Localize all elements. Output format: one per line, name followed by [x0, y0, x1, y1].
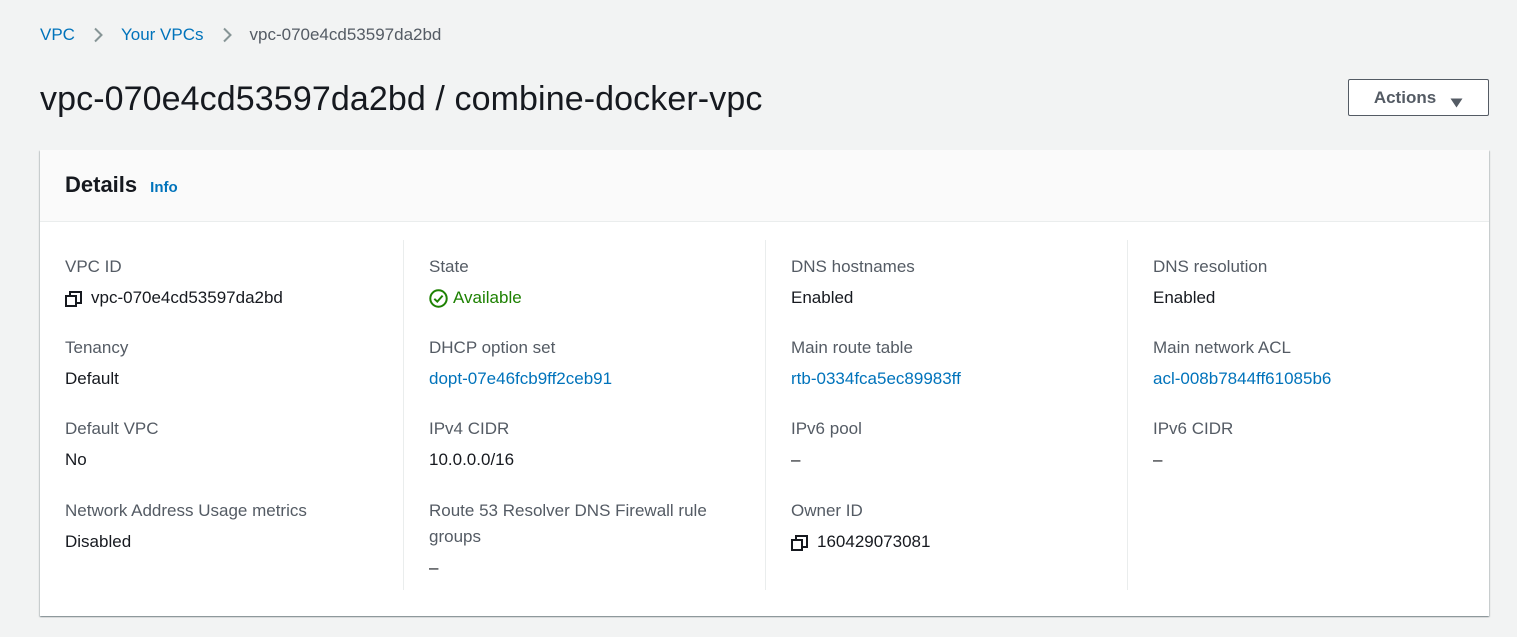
copy-icon[interactable]: [791, 534, 808, 551]
page-title: vpc-070e4cd53597da2bd / combine-docker-v…: [40, 80, 763, 118]
field-state: State Available: [429, 254, 739, 311]
field-label: Main network ACL: [1153, 338, 1291, 357]
breadcrumb-your-vpcs-link[interactable]: Your VPCs: [121, 25, 204, 45]
field-ipv6-pool: IPv6 pool –: [791, 416, 1101, 473]
field-value: 10.0.0.0/16: [429, 450, 515, 469]
field-label: Route 53 Resolver DNS Firewall rule grou…: [429, 501, 707, 546]
field-vpc-id: VPC ID vpc-070e4cd53597da2bd: [65, 254, 403, 311]
field-label: DNS hostnames: [791, 257, 915, 276]
details-column-3: DNS hostnames Enabled Main route table r…: [765, 240, 1127, 590]
field-label: IPv6 pool: [791, 419, 862, 438]
details-column-1: VPC ID vpc-070e4cd53597da2bd Tenancy Def…: [65, 240, 403, 590]
field-ipv6-cidr: IPv6 CIDR –: [1153, 416, 1463, 473]
details-column-2: State Available DHCP option set dopt-07e…: [403, 240, 765, 590]
details-column-4: DNS resolution Enabled Main network ACL …: [1127, 240, 1489, 590]
field-main-network-acl: Main network ACL acl-008b7844ff61085b6: [1153, 335, 1463, 392]
details-columns: VPC ID vpc-070e4cd53597da2bd Tenancy Def…: [40, 240, 1489, 590]
field-value: Available: [429, 285, 739, 311]
field-ipv4-cidr: IPv4 CIDR 10.0.0.0/16: [429, 416, 739, 473]
field-dns-hostnames: DNS hostnames Enabled: [791, 254, 1101, 311]
field-label: Network Address Usage metrics: [65, 501, 307, 520]
chevron-right-icon: [222, 27, 232, 43]
details-panel: Details Info VPC ID vpc-070e4cd53597da2b…: [40, 150, 1489, 616]
main-network-acl-link[interactable]: acl-008b7844ff61085b6: [1153, 366, 1463, 392]
field-value: –: [1153, 450, 1163, 469]
field-value: vpc-070e4cd53597da2bd: [65, 285, 403, 311]
details-panel-header: Details Info: [40, 150, 1489, 222]
field-label: DHCP option set: [429, 338, 556, 357]
field-label: IPv6 CIDR: [1153, 419, 1234, 438]
field-dns-resolution: DNS resolution Enabled: [1153, 254, 1463, 311]
field-route53-resolver-dns-firewall-rule-groups: Route 53 Resolver DNS Firewall rule grou…: [429, 498, 739, 581]
field-label: VPC ID: [65, 257, 122, 276]
caret-down-icon: [1450, 93, 1463, 107]
field-value: 160429073081: [791, 529, 1101, 555]
field-label: Owner ID: [791, 501, 863, 520]
breadcrumb: VPC Your VPCs vpc-070e4cd53597da2bd: [40, 24, 441, 46]
field-label: State: [429, 257, 469, 276]
field-label: IPv4 CIDR: [429, 419, 510, 438]
copy-icon[interactable]: [65, 290, 82, 307]
vpc-id-value: vpc-070e4cd53597da2bd: [91, 288, 283, 307]
field-value: No: [65, 450, 87, 469]
field-network-address-usage-metrics: Network Address Usage metrics Disabled: [65, 498, 403, 555]
breadcrumb-current: vpc-070e4cd53597da2bd: [249, 25, 442, 44]
field-label: Default VPC: [65, 419, 159, 438]
owner-id-value: 160429073081: [817, 532, 931, 551]
field-main-route-table: Main route table rtb-0334fca5ec89983ff: [791, 335, 1101, 392]
field-value: –: [429, 558, 439, 577]
main-route-table-link[interactable]: rtb-0334fca5ec89983ff: [791, 366, 1101, 392]
state-value: Available: [453, 288, 522, 307]
field-value: Default: [65, 369, 119, 388]
actions-button[interactable]: Actions: [1348, 79, 1489, 116]
field-owner-id: Owner ID 160429073081: [791, 498, 1101, 555]
dhcp-option-set-link[interactable]: dopt-07e46fcb9ff2ceb91: [429, 366, 739, 392]
chevron-right-icon: [93, 27, 103, 43]
field-value: –: [791, 450, 801, 469]
field-value: Enabled: [791, 288, 854, 307]
details-title: Details: [65, 172, 138, 197]
check-circle-icon: [429, 288, 448, 308]
actions-button-label: Actions: [1373, 87, 1437, 107]
field-tenancy: Tenancy Default: [65, 335, 403, 392]
breadcrumb-vpc-link[interactable]: VPC: [40, 25, 75, 45]
field-label: DNS resolution: [1153, 257, 1268, 276]
field-label: Tenancy: [65, 338, 129, 357]
field-default-vpc: Default VPC No: [65, 416, 403, 473]
field-dhcp-option-set: DHCP option set dopt-07e46fcb9ff2ceb91: [429, 335, 739, 392]
field-value: Enabled: [1153, 288, 1216, 307]
info-link[interactable]: Info: [150, 179, 178, 196]
field-value: Disabled: [65, 532, 132, 551]
field-label: Main route table: [791, 338, 913, 357]
